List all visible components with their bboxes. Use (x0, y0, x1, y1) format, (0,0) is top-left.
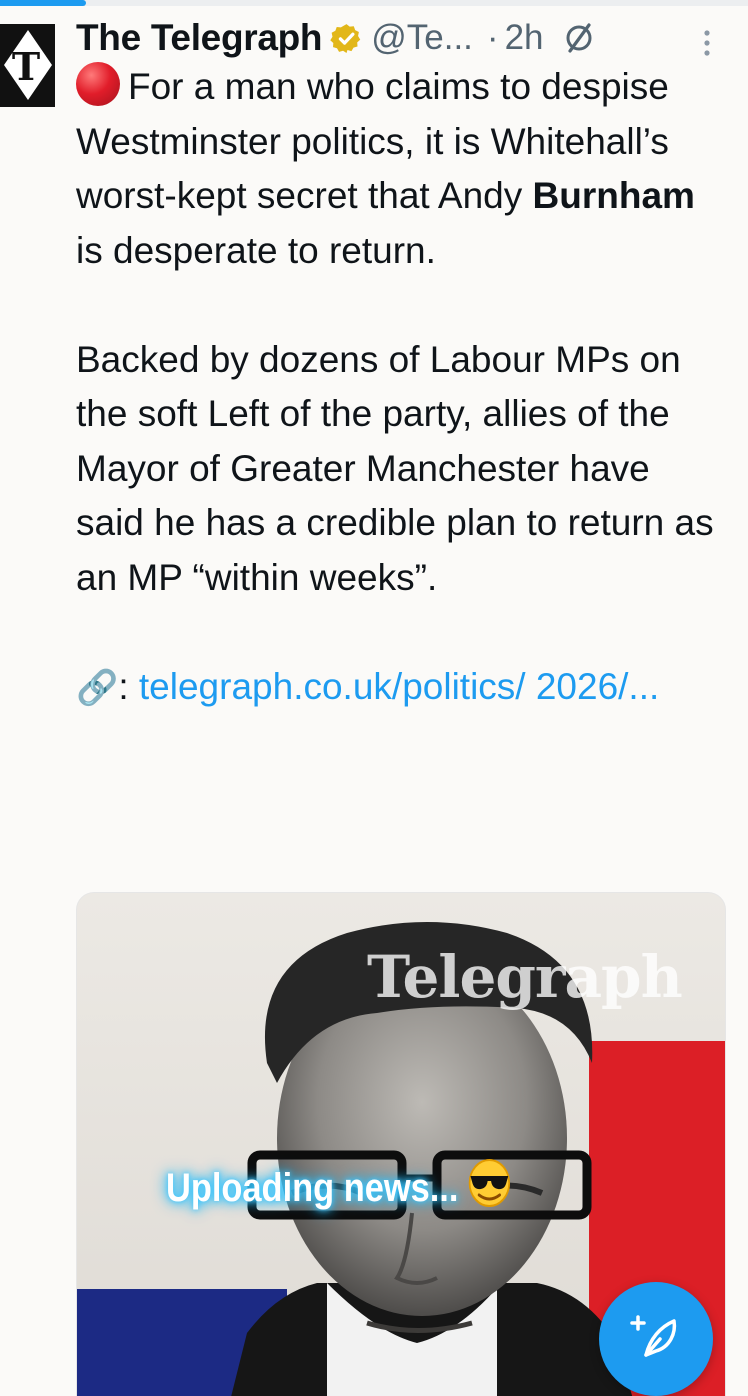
uploading-overlay: Uploading news... (166, 1158, 517, 1218)
sunglasses-emoji-icon (464, 1158, 517, 1218)
tweet-screen: T The Telegraph @Te... · 2h For a man wh… (0, 0, 748, 1396)
red-circle-icon (76, 62, 120, 106)
media-watermark: Telegraph (367, 943, 683, 1011)
tweet-link-line: 🔗: telegraph.co.uk/politics/ 2026/... (76, 660, 716, 716)
author-name[interactable]: The Telegraph (76, 17, 323, 59)
author-handle[interactable]: @Te... (371, 18, 473, 58)
tweet-header: The Telegraph @Te... · 2h (76, 12, 596, 64)
paragraph-1-bold-name: Burnham (532, 175, 695, 216)
loading-progress-fill (0, 0, 87, 6)
loading-progress-bar (0, 0, 748, 6)
link-icon: 🔗 (76, 668, 119, 707)
more-vertical-icon[interactable] (700, 28, 714, 58)
tweet-time[interactable]: 2h (505, 18, 544, 58)
verified-badge-icon[interactable] (330, 22, 363, 55)
article-link[interactable]: telegraph.co.uk/politics/ 2026/... (139, 666, 659, 707)
separator-dot: · (486, 18, 499, 57)
tweet-paragraph-2: Backed by dozens of Labour MPs on the so… (76, 338, 714, 598)
tweet-paragraph-1: For a man who claims to despise Westmins… (76, 60, 716, 278)
paragraph-1-text-end: is desperate to return. (76, 229, 436, 271)
tweet-text: For a man who claims to despise Westmins… (76, 60, 716, 715)
uploading-text: Uploading news... (166, 1165, 459, 1210)
link-prefix: : (118, 665, 139, 707)
compose-post-button[interactable] (599, 1282, 713, 1396)
telegraph-logo-icon[interactable]: T (0, 24, 55, 107)
grok-icon[interactable] (562, 21, 596, 55)
svg-text:T: T (12, 44, 40, 89)
compose-post-icon (630, 1311, 682, 1367)
